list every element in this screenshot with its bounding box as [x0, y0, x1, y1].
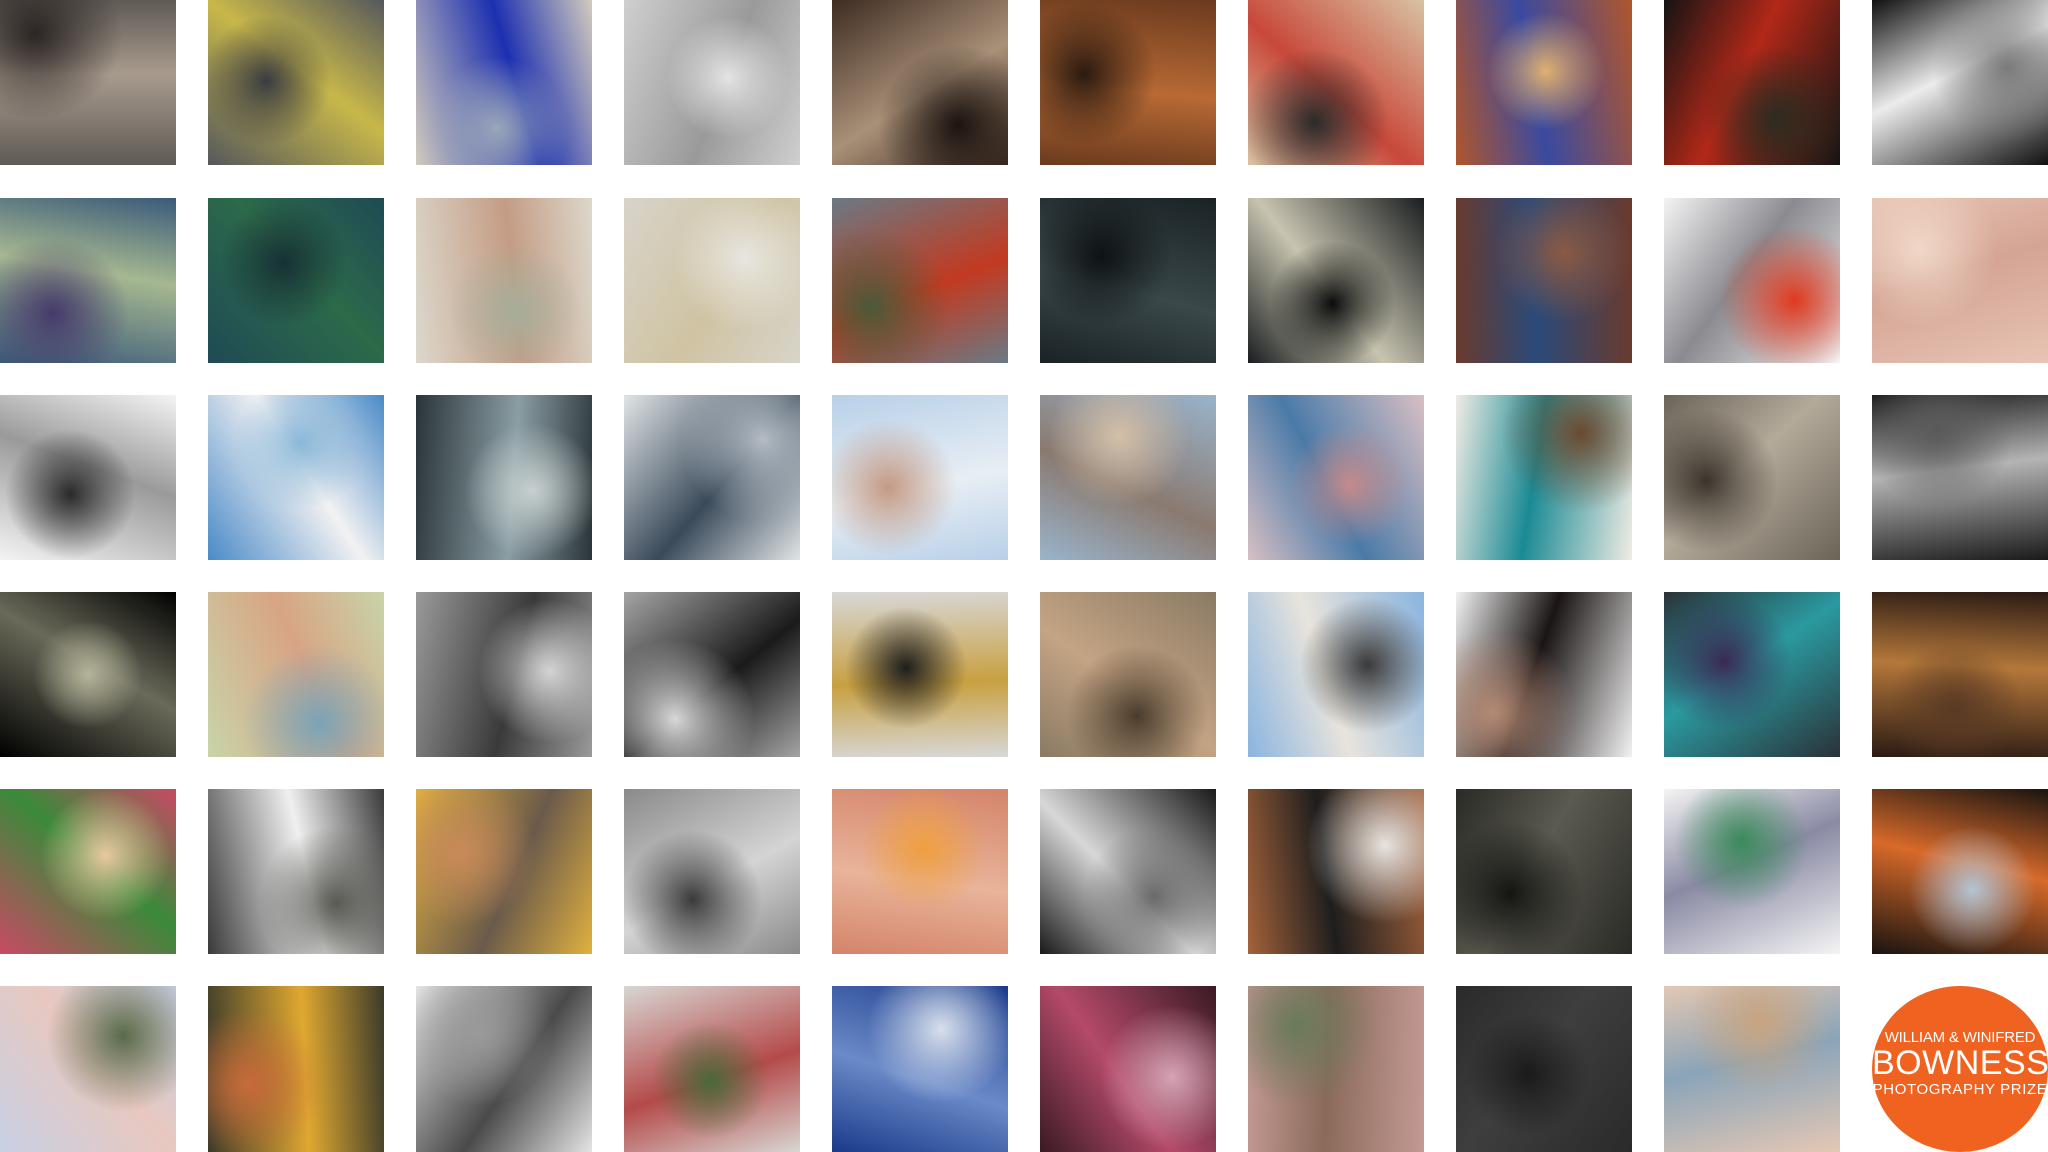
face-with-flower-collage[interactable]: [1248, 0, 1424, 165]
line-drawing-sign-image[interactable]: [0, 395, 176, 560]
logo-line-name: BOWNESS: [1872, 1044, 2048, 1082]
prize-logo-disc: WILLIAM & WINIFRED BOWNESS PHOTOGRAPHY P…: [1872, 986, 2048, 1152]
grey-panels-photo[interactable]: [624, 0, 800, 165]
paper-costume-blue-wall-photo[interactable]: [208, 395, 384, 560]
elder-woman-bw-portrait[interactable]: [416, 986, 592, 1152]
yellow-flowers-fruit-photo[interactable]: [208, 986, 384, 1152]
farmer-hat-portrait[interactable]: [1040, 592, 1216, 757]
yellow-taxis-aerial-photo[interactable]: [208, 0, 384, 165]
rust-mountain-range-photo[interactable]: [1040, 0, 1216, 165]
desert-mountain-photo[interactable]: [1040, 395, 1216, 560]
woman-hand-over-eye-portrait[interactable]: [1456, 592, 1632, 757]
blurred-face-portrait[interactable]: [416, 198, 592, 363]
black-pyramid-shape-photo[interactable]: [1456, 986, 1632, 1152]
logo-line-prize: PHOTOGRAPHY PRIZE: [1872, 1081, 2048, 1098]
white-smoke-rocks-photo[interactable]: [208, 789, 384, 954]
fragmented-collage-image[interactable]: [1664, 198, 1840, 363]
dark-theatre-curtain-photo[interactable]: [1040, 198, 1216, 363]
vintage-child-portrait[interactable]: [416, 592, 592, 757]
veiled-figure-photo[interactable]: [1664, 395, 1840, 560]
skull-relief-dark-photo[interactable]: [1456, 789, 1632, 954]
mirrored-kaleidoscope-image[interactable]: [1248, 592, 1424, 757]
pink-horizon-seascape[interactable]: [1872, 198, 2048, 363]
blue-panel-on-beach-photo[interactable]: [416, 0, 592, 165]
smoke-cloud-circle-photo[interactable]: [624, 395, 800, 560]
volcanic-crater-aerial-photo[interactable]: [1456, 198, 1632, 363]
blue-cyanotype-forest-image[interactable]: [832, 986, 1008, 1152]
striped-fabric-panels-photo[interactable]: [1040, 986, 1216, 1152]
pink-feathers-image[interactable]: [832, 789, 1008, 954]
brick-wall-window-photo[interactable]: [1248, 986, 1424, 1152]
glass-building-figure-photo[interactable]: [416, 395, 592, 560]
city-night-lights-photo[interactable]: [1872, 789, 2048, 954]
cooling-towers-night-photo[interactable]: [1248, 198, 1424, 363]
woman-teal-jacket-portrait[interactable]: [1456, 395, 1632, 560]
gallery-wall-frames-photo[interactable]: [624, 986, 800, 1152]
prize-logo[interactable]: WILLIAM & WINIFRED BOWNESS PHOTOGRAPHY P…: [1872, 986, 2048, 1152]
purple-coffin-teal-photo[interactable]: [1664, 592, 1840, 757]
gold-masked-couple-photo[interactable]: [832, 592, 1008, 757]
dust-figure-sunset-photo[interactable]: [1872, 592, 2048, 757]
blurred-sunset-stripes-photo[interactable]: [1664, 986, 1840, 1152]
black-cloak-landscape-photo[interactable]: [624, 592, 800, 757]
floating-man-in-clouds-photo[interactable]: [832, 395, 1008, 560]
glitch-noise-image[interactable]: [1664, 789, 1840, 954]
painterly-forest-image[interactable]: [0, 198, 176, 363]
red-flowers-dark-photo[interactable]: [1664, 0, 1840, 165]
apartment-building-snow-photo[interactable]: [624, 198, 800, 363]
halftone-dots-image[interactable]: [1456, 0, 1632, 165]
cloud-cutout-collage[interactable]: [1872, 0, 2048, 165]
video-call-elder-photo[interactable]: [416, 789, 592, 954]
workshop-interior-photo[interactable]: [832, 0, 1008, 165]
blurred-painted-portrait[interactable]: [208, 592, 384, 757]
display-table-photo[interactable]: [1248, 789, 1424, 954]
pastel-sky-field-photo[interactable]: [0, 986, 176, 1152]
red-shield-figure-photo[interactable]: [832, 198, 1008, 363]
silver-figure-black-photo[interactable]: [0, 592, 176, 757]
men-embracing-photo[interactable]: [0, 0, 176, 165]
black-white-dancers-photo[interactable]: [1872, 395, 2048, 560]
woman-floral-crown-photo[interactable]: [0, 789, 176, 954]
painted-face-mural-photo[interactable]: [1248, 395, 1424, 560]
hillside-rock-bw-photo[interactable]: [624, 789, 800, 954]
bearded-man-headdress-photo[interactable]: [1040, 789, 1216, 954]
cactus-teal-sky-photo[interactable]: [208, 198, 384, 363]
photo-mosaic: [0, 0, 2048, 1152]
